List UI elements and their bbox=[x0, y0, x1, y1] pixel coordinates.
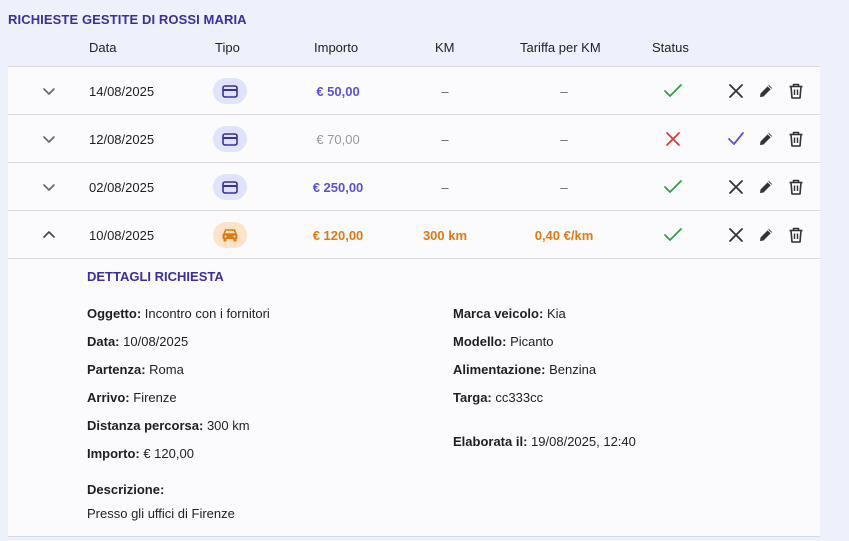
check-icon bbox=[664, 84, 682, 97]
detail-descrizione-label: Descrizione: bbox=[87, 482, 165, 497]
close-icon bbox=[729, 228, 743, 242]
row-km: – bbox=[441, 179, 449, 195]
row-type bbox=[213, 211, 247, 259]
row-km: 300 km bbox=[422, 227, 468, 243]
check-icon bbox=[664, 228, 682, 241]
delete-button[interactable] bbox=[786, 177, 806, 197]
table-header: Data Tipo Importo KM Tariffa per KM Stat… bbox=[8, 40, 820, 58]
header-tariffa: Tariffa per KM bbox=[520, 40, 601, 55]
status-approved bbox=[658, 211, 688, 259]
detail-targa: Targa: cc333cc bbox=[453, 390, 544, 405]
trash-icon bbox=[789, 227, 803, 243]
row-actions bbox=[726, 163, 806, 211]
row-type bbox=[213, 115, 247, 163]
edit-button[interactable] bbox=[756, 225, 776, 245]
details-title: DETTAGLI RICHIESTA bbox=[87, 269, 224, 284]
collapse-toggle[interactable] bbox=[40, 211, 58, 259]
row-date: 14/08/2025 bbox=[89, 83, 155, 99]
row-importo: € 250,00 bbox=[312, 179, 364, 195]
table-row: 12/08/2025 € 70,00 – – bbox=[8, 115, 820, 163]
expand-toggle[interactable] bbox=[40, 115, 58, 163]
table-row: 02/08/2025 € 250,00 – – bbox=[8, 163, 820, 211]
detail-marca: Marca veicolo: Kia bbox=[453, 306, 566, 321]
status-approved bbox=[658, 163, 688, 211]
approve-button[interactable] bbox=[726, 129, 746, 149]
row-importo: € 70,00 bbox=[316, 131, 360, 147]
row-km: – bbox=[441, 83, 449, 99]
detail-distanza: Distanza percorsa: 300 km bbox=[87, 418, 250, 433]
card-icon bbox=[213, 126, 247, 152]
car-icon bbox=[213, 222, 247, 248]
detail-partenza: Partenza: Roma bbox=[87, 362, 184, 377]
detail-importo: Importo: € 120,00 bbox=[87, 446, 194, 461]
table-row: 10/08/2025 € 120,00 300 km 0,40 €/km bbox=[8, 211, 820, 259]
detail-data: Data: 10/08/2025 bbox=[87, 334, 189, 349]
expand-toggle[interactable] bbox=[40, 163, 58, 211]
trash-icon bbox=[789, 83, 803, 99]
close-icon bbox=[729, 84, 743, 98]
row-actions bbox=[726, 211, 806, 259]
close-icon bbox=[729, 180, 743, 194]
detail-modello: Modello: Picanto bbox=[453, 334, 554, 349]
reject-button[interactable] bbox=[726, 177, 746, 197]
chevron-down-icon bbox=[43, 136, 55, 143]
page-title: RICHIESTE GESTITE DI ROSSI MARIA bbox=[8, 12, 247, 27]
status-approved bbox=[658, 67, 688, 115]
chevron-down-icon bbox=[43, 184, 55, 191]
detail-elaborata: Elaborata il: 19/08/2025, 12:40 bbox=[453, 434, 636, 449]
reject-button[interactable] bbox=[726, 225, 746, 245]
row-type bbox=[213, 67, 247, 115]
header-data: Data bbox=[89, 40, 117, 55]
row-tariffa: – bbox=[560, 131, 568, 147]
trash-icon bbox=[789, 179, 803, 195]
card-icon bbox=[213, 78, 247, 104]
chevron-down-icon bbox=[43, 88, 55, 95]
pencil-icon bbox=[760, 85, 772, 97]
header-importo: Importo bbox=[314, 40, 359, 55]
check-icon bbox=[728, 132, 744, 145]
row-tariffa: 0,40 €/km bbox=[534, 227, 594, 243]
detail-arrivo: Arrivo: Firenze bbox=[87, 390, 177, 405]
detail-oggetto: Oggetto: Incontro con i fornitori bbox=[87, 306, 270, 321]
chevron-up-icon bbox=[43, 231, 55, 238]
row-importo: € 50,00 bbox=[316, 83, 360, 99]
row-actions bbox=[726, 67, 806, 115]
requests-table: 14/08/2025 € 50,00 – – 12/08/2025 € 70,0… bbox=[8, 66, 820, 537]
edit-button[interactable] bbox=[756, 81, 776, 101]
pencil-icon bbox=[760, 181, 772, 193]
trash-icon bbox=[789, 131, 803, 147]
request-details: DETTAGLI RICHIESTA Oggetto: Incontro con… bbox=[8, 259, 820, 537]
edit-button[interactable] bbox=[756, 177, 776, 197]
row-type bbox=[213, 163, 247, 211]
row-importo: € 120,00 bbox=[312, 227, 364, 243]
delete-button[interactable] bbox=[786, 81, 806, 101]
edit-button[interactable] bbox=[756, 129, 776, 149]
row-date: 12/08/2025 bbox=[89, 131, 155, 147]
pencil-icon bbox=[760, 229, 772, 241]
detail-alimentazione: Alimentazione: Benzina bbox=[453, 362, 597, 377]
header-tipo: Tipo bbox=[215, 40, 240, 55]
row-actions bbox=[726, 115, 806, 163]
expand-toggle[interactable] bbox=[40, 67, 58, 115]
status-rejected bbox=[658, 115, 688, 163]
row-date: 02/08/2025 bbox=[89, 179, 155, 195]
delete-button[interactable] bbox=[786, 129, 806, 149]
row-tariffa: – bbox=[560, 83, 568, 99]
check-icon bbox=[664, 180, 682, 193]
header-status: Status bbox=[652, 40, 689, 55]
pencil-icon bbox=[760, 133, 772, 145]
row-date: 10/08/2025 bbox=[89, 227, 155, 243]
row-km: – bbox=[441, 131, 449, 147]
reject-button[interactable] bbox=[726, 81, 746, 101]
detail-descrizione-value: Presso gli uffici di Firenze bbox=[87, 506, 235, 521]
table-row: 14/08/2025 € 50,00 – – bbox=[8, 67, 820, 115]
cross-icon bbox=[666, 132, 680, 146]
header-km: KM bbox=[435, 40, 455, 55]
delete-button[interactable] bbox=[786, 225, 806, 245]
card-icon bbox=[213, 174, 247, 200]
row-tariffa: – bbox=[560, 179, 568, 195]
